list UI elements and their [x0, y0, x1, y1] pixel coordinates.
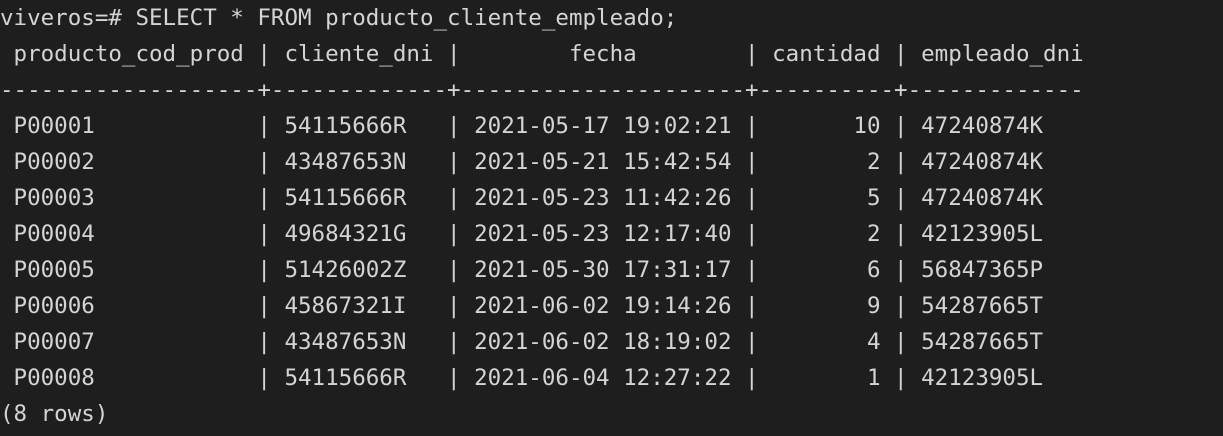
table-row: P00008 | 54115666R | 2021-06-04 12:27:22… [0, 365, 1044, 391]
terminal-window[interactable]: viveros=# SELECT * FROM producto_cliente… [0, 0, 1223, 436]
table-row: P00001 | 54115666R | 2021-05-17 19:02:21… [0, 113, 1044, 139]
table-row: P00007 | 43487653N | 2021-06-02 18:19:02… [0, 329, 1044, 355]
result-separator: -------------------+-------------+------… [0, 77, 1084, 103]
row-count-footer: (8 rows) [0, 401, 109, 427]
command-line: viveros=# SELECT * FROM producto_cliente… [0, 0, 1223, 36]
prompt: viveros=# [0, 5, 136, 31]
table-row: P00003 | 54115666R | 2021-05-23 11:42:26… [0, 185, 1044, 211]
table-row: P00002 | 43487653N | 2021-05-21 15:42:54… [0, 149, 1044, 175]
table-row: P00006 | 45867321I | 2021-06-02 19:14:26… [0, 293, 1044, 319]
table-row: P00004 | 49684321G | 2021-05-23 12:17:40… [0, 221, 1044, 247]
table-row: P00005 | 51426002Z | 2021-05-30 17:31:17… [0, 257, 1044, 283]
result-header: producto_cod_prod | cliente_dni | fecha … [0, 41, 1084, 67]
sql-command: SELECT * FROM producto_cliente_empleado; [135, 5, 678, 31]
